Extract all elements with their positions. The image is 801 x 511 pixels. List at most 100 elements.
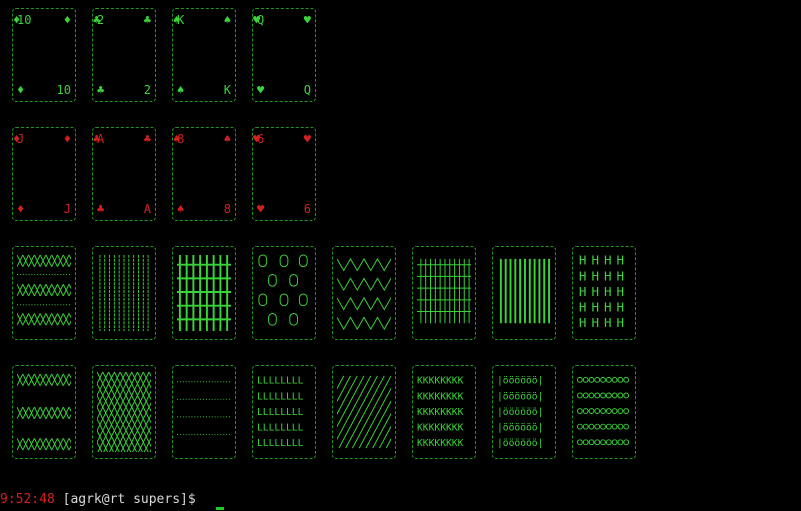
heart-icon: ♥ <box>257 202 265 216</box>
svg-text:H: H <box>604 284 612 299</box>
card-back-pattern <box>497 253 551 333</box>
card-back-zigzag <box>332 246 396 340</box>
card-back-ovals <box>252 246 316 340</box>
card-back-pattern <box>577 372 631 452</box>
spade-icon: ♠ <box>223 132 231 146</box>
card-rank: 6 <box>257 132 265 146</box>
club-icon: ♣ <box>143 132 151 146</box>
svg-text:H: H <box>591 315 599 330</box>
card-back-pattern <box>97 253 151 333</box>
card-back-vertical-lines <box>92 246 156 340</box>
svg-text:LLLLLLLL: LLLLLLLL <box>257 422 304 433</box>
card-back-diagonals <box>332 365 396 459</box>
card-rank: 6 <box>303 202 311 216</box>
svg-text:H: H <box>604 299 612 314</box>
club-icon: ♣ <box>97 83 105 97</box>
card-back-pattern <box>337 372 391 452</box>
card-rank: A <box>143 202 151 216</box>
card-back-l-letters: LLLLLLLL LLLLLLLL LLLLLLLL LLLLLLLL LLLLLLLL <box>252 365 316 459</box>
svg-text:H: H <box>591 284 599 299</box>
card-back-vertical-bars <box>492 246 556 340</box>
svg-text:KKKKKKKK: KKKKKKKK <box>417 376 464 387</box>
svg-text:|öööööö|: |öööööö| <box>497 407 543 418</box>
diamond-icon: ♦ <box>17 202 25 216</box>
svg-text:H: H <box>579 315 587 330</box>
svg-text:H: H <box>617 268 625 283</box>
card-rank: 2 <box>143 83 151 97</box>
card-back-pattern: HHHHHHHHHHHHHHHHHHHH <box>577 253 631 333</box>
playing-card: K ♠ ♠ ♠ K <box>172 8 236 102</box>
card-rank: 2 <box>97 13 105 27</box>
card-back-pattern <box>97 372 151 452</box>
playing-card: Q ♥ ♥ ♥ Q <box>252 8 316 102</box>
svg-text:KKKKKKKK: KKKKKKKK <box>417 391 464 402</box>
card-rank: 10 <box>56 83 71 97</box>
svg-text:H: H <box>604 315 612 330</box>
card-rank: 8 <box>177 132 185 146</box>
svg-text:H: H <box>617 284 625 299</box>
svg-text:H: H <box>579 253 587 268</box>
card-rank: K <box>177 13 185 27</box>
card-back-x-bands <box>12 365 76 459</box>
card-back-pattern <box>417 253 471 333</box>
card-back-pattern: LLLLLLLL LLLLLLLL LLLLLLLL LLLLLLLL LLLLLLLL <box>257 372 311 452</box>
prompt-time: 9:52:48 <box>0 492 55 507</box>
svg-text:|öööööö|: |öööööö| <box>497 438 543 449</box>
card-back-h-letters: HHHHHHHHHHHHHHHHHHHH <box>572 246 636 340</box>
playing-card: A ♣ ♣ ♣ A <box>92 127 156 221</box>
card-rank: J <box>63 202 71 216</box>
card-back-pattern <box>257 253 311 333</box>
playing-card: 2 ♣ ♣ ♣ 2 <box>92 8 156 102</box>
svg-text:KKKKKKKK: KKKKKKKK <box>417 407 464 418</box>
spade-icon: ♠ <box>223 13 231 27</box>
svg-text:|öööööö|: |öööööö| <box>497 422 543 433</box>
svg-text:LLLLLLLL: LLLLLLLL <box>257 438 304 449</box>
card-rank: K <box>223 83 231 97</box>
svg-text:H: H <box>591 253 599 268</box>
heart-icon: ♥ <box>303 132 311 146</box>
svg-text:LLLLLLLL: LLLLLLLL <box>257 407 304 418</box>
svg-text:H: H <box>579 299 587 314</box>
spade-icon: ♠ <box>177 83 185 97</box>
card-back-pattern: |öööööö| |öööööö| |öööööö| |öööööö| |öööööö| <box>497 372 551 452</box>
diamond-icon: ♦ <box>17 83 25 97</box>
svg-text:H: H <box>579 284 587 299</box>
card-back-fence <box>412 246 476 340</box>
heart-icon: ♥ <box>257 83 265 97</box>
svg-text:H: H <box>591 299 599 314</box>
card-back-k-letters: KKKKKKKK KKKKKKKK KKKKKKKK KKKKKKKK KKKKKKKK <box>412 365 476 459</box>
card-back-circle-chain <box>572 365 636 459</box>
club-icon: ♣ <box>97 202 105 216</box>
card-back-o-umlauts: |öööööö| |öööööö| |öööööö| |öööööö| |öööööö| <box>492 365 556 459</box>
card-back-bold-grid <box>172 246 236 340</box>
club-icon: ♣ <box>143 13 151 27</box>
prompt-text: [agrk@rt supers]$ <box>54 492 204 507</box>
svg-text:LLLLLLLL: LLLLLLLL <box>257 391 304 402</box>
svg-text:H: H <box>579 268 587 283</box>
svg-text:LLLLLLLL: LLLLLLLL <box>257 376 304 387</box>
svg-text:KKKKKKKK: KKKKKKKK <box>417 438 464 449</box>
svg-text:|öööööö|: |öööööö| <box>497 391 543 402</box>
svg-text:H: H <box>604 253 612 268</box>
heart-icon: ♥ <box>303 13 311 27</box>
card-rank: 10 <box>17 13 32 27</box>
svg-text:H: H <box>617 315 625 330</box>
text-cursor <box>216 507 224 510</box>
svg-text:H: H <box>591 268 599 283</box>
svg-text:KKKKKKKK: KKKKKKKK <box>417 422 464 433</box>
svg-text:H: H <box>617 253 625 268</box>
card-back-pattern <box>177 253 231 333</box>
diamond-icon: ♦ <box>63 13 71 27</box>
svg-text:H: H <box>617 299 625 314</box>
card-back-dotted-lines <box>172 365 236 459</box>
playing-card: 10 ♦ ♦ ♦ 10 <box>12 8 76 102</box>
playing-card: J ♦ ♦ ♦ J <box>12 127 76 221</box>
playing-card: 8 ♠ ♠ ♠ 8 <box>172 127 236 221</box>
card-back-pattern: KKKKKKKK KKKKKKKK KKKKKKKK KKKKKKKK KKKKKKKK <box>417 372 471 452</box>
terminal-window[interactable]: 10 ♦ ♦ ♦ 10 2 ♣ ♣ ♣ 2 K ♠ ♠ ♠ K Q ♥ ♥ ♥ Q J ♦ ♦ ♦ J A ♣ ♣ ♣ A 8 ♠ ♠ ♠ 8 6 ♥ ♥… <box>0 0 801 511</box>
card-back-x-rows <box>12 246 76 340</box>
card-rank: Q <box>257 13 265 27</box>
svg-text:|öööööö|: |öööööö| <box>497 376 543 387</box>
card-rank: 8 <box>223 202 231 216</box>
shell-prompt: 9:52:48 [agrk@rt supers]$ <box>0 493 204 507</box>
